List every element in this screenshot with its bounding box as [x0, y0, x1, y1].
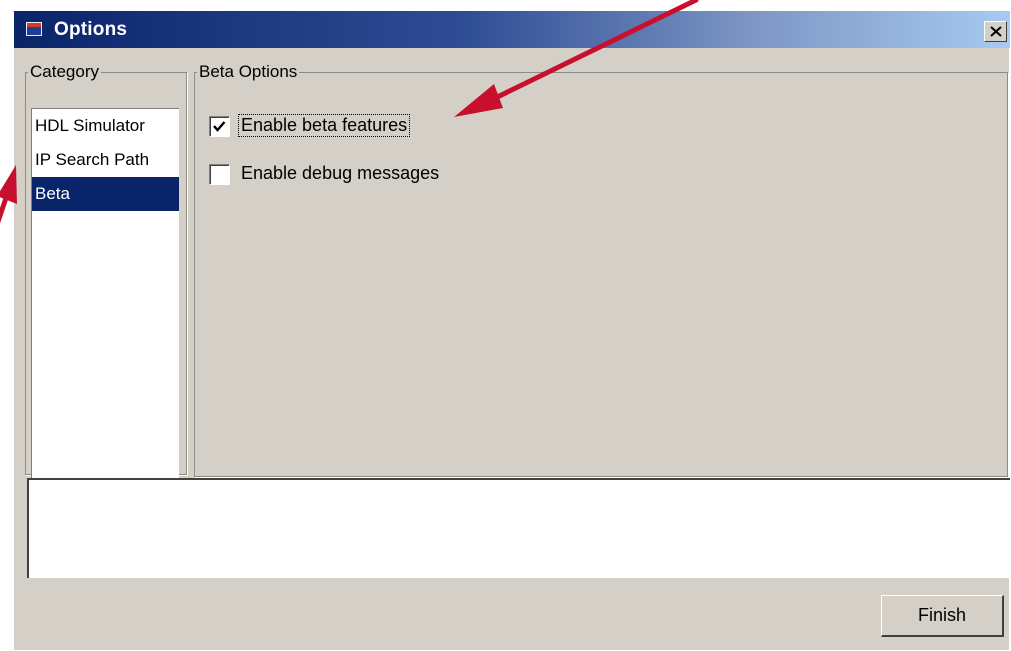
category-item-hdl-simulator[interactable]: HDL Simulator	[32, 109, 179, 143]
category-list[interactable]: HDL Simulator IP Search Path Beta	[31, 108, 179, 478]
message-area	[27, 478, 1010, 578]
app-icon	[26, 22, 42, 36]
title-bar[interactable]: Options	[14, 11, 1010, 48]
enable-debug-messages-checkbox[interactable]	[209, 164, 230, 185]
window-title: Options	[54, 19, 128, 40]
checkmark-icon	[213, 121, 226, 132]
close-button[interactable]	[984, 21, 1007, 42]
close-icon	[990, 26, 1002, 37]
options-dialog: Options Category HDL Simulator IP Search…	[13, 10, 1010, 650]
category-legend: Category	[30, 62, 99, 81]
enable-beta-features-checkbox[interactable]	[209, 116, 230, 137]
beta-options-legend: Beta Options	[199, 62, 298, 81]
category-item-ip-search-path[interactable]: IP Search Path	[32, 143, 179, 177]
beta-options-group: Beta Options Enable beta features Enable…	[194, 63, 1008, 477]
enable-debug-messages-label[interactable]: Enable debug messages	[239, 163, 441, 184]
category-group: Category HDL Simulator IP Search Path Be…	[25, 62, 187, 478]
enable-beta-features-label[interactable]: Enable beta features	[237, 114, 411, 137]
category-item-beta[interactable]: Beta	[32, 177, 179, 211]
finish-button[interactable]: Finish	[881, 595, 1004, 637]
